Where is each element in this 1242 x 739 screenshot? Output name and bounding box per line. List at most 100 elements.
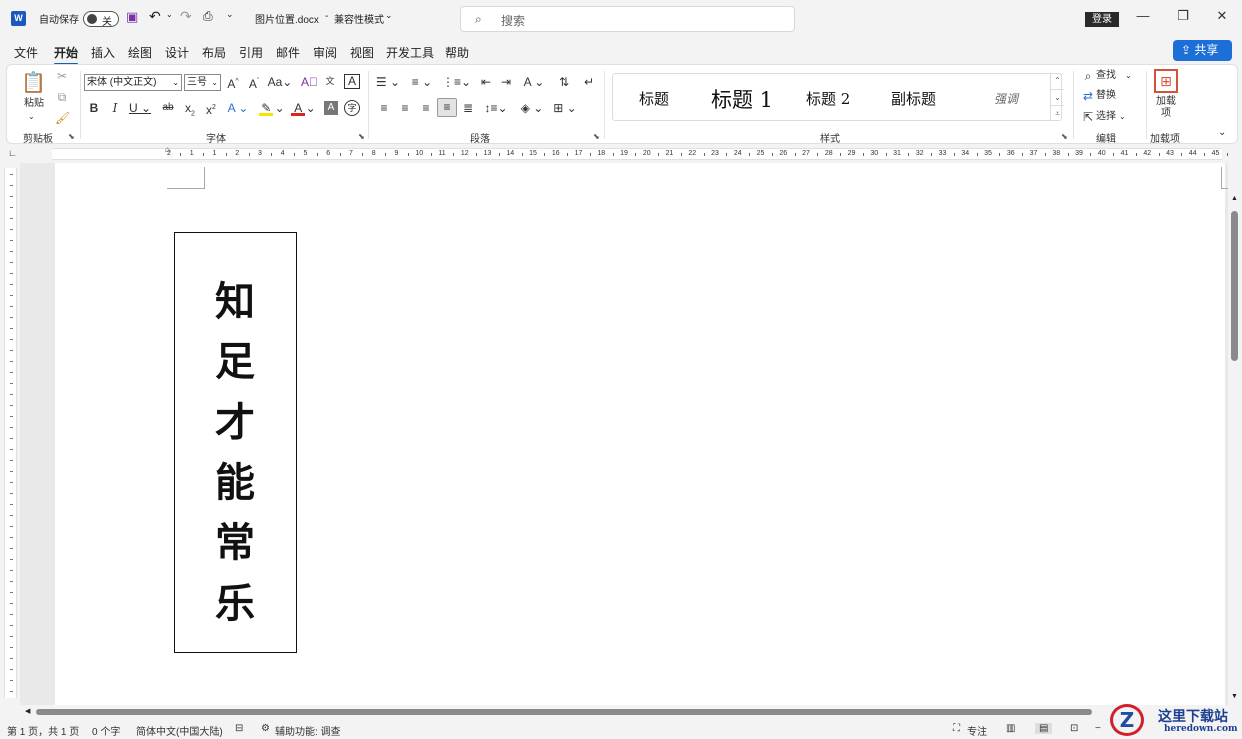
paste-dropdown-icon[interactable]: ⌄	[28, 109, 35, 125]
save-icon[interactable]: ▣	[126, 9, 138, 25]
distributed-icon[interactable]: ≣	[460, 100, 476, 116]
format-painter-icon[interactable]: 🖌	[55, 110, 70, 126]
align-right-icon[interactable]: ≡	[418, 100, 434, 116]
copy-icon[interactable]: ⧉	[55, 89, 69, 105]
zoom-out-icon[interactable]: −	[1095, 723, 1101, 734]
style-heading-1[interactable]: 标题 1	[711, 84, 773, 114]
customize-toolbar-icon[interactable]: ⌄	[226, 9, 234, 20]
tab-mailings[interactable]: 邮件	[276, 44, 300, 61]
undo-icon[interactable]: ↶	[149, 8, 161, 25]
compatibility-mode[interactable]: 兼容性模式	[334, 11, 384, 26]
vertical-ruler[interactable]	[4, 168, 17, 698]
word-count[interactable]: 0 个字	[92, 723, 120, 738]
bold-icon[interactable]: B	[87, 100, 101, 116]
horizontal-ruler[interactable]: ∟ 2 1 1 2 3 4 5 6 7 8 9 10 11 12 13 14 15 16 17 18 19 20 21 22 2…	[0, 145, 1242, 163]
horizontal-scrollbar[interactable]: ◀	[20, 705, 1228, 719]
replace-icon[interactable]: ⇄	[1081, 88, 1095, 104]
style-heading[interactable]: 标题	[639, 88, 669, 109]
font-color-icon[interactable]: A ⌄	[291, 100, 319, 116]
search-input[interactable]: ⌕ 搜索	[460, 6, 795, 32]
align-left-icon[interactable]: ≡	[376, 100, 392, 116]
vertical-scrollbar[interactable]: ▲ ▼	[1228, 163, 1242, 705]
strikethrough-icon[interactable]: ab	[159, 100, 177, 116]
bullets-icon[interactable]: ☰ ⌄	[375, 74, 401, 90]
proofing-icon[interactable]: ⊟	[235, 723, 243, 734]
align-center-icon[interactable]: ≡	[397, 100, 413, 116]
numbering-icon[interactable]: ≡ ⌄	[409, 74, 435, 90]
find-icon[interactable]: ⌕	[1081, 68, 1095, 84]
tab-help[interactable]: 帮助	[445, 44, 469, 61]
style-subtitle[interactable]: 副标题	[891, 88, 936, 109]
character-border-icon[interactable]: A	[344, 74, 360, 89]
font-name-select[interactable]: 宋体 (中文正文) ⌄	[84, 74, 182, 91]
line-spacing-icon[interactable]: ↕≡⌄	[483, 100, 509, 116]
tab-references[interactable]: 引用	[239, 44, 263, 61]
scroll-up-icon[interactable]: ▲	[1231, 195, 1238, 202]
tab-design[interactable]: 设计	[165, 44, 189, 61]
grow-font-icon[interactable]: A^	[225, 74, 241, 92]
vertical-scroll-thumb[interactable]	[1231, 211, 1238, 361]
tab-view[interactable]: 视图	[350, 44, 374, 61]
login-button[interactable]: 登录	[1085, 12, 1119, 27]
select-button[interactable]: 选择	[1096, 109, 1116, 125]
tab-developer[interactable]: 开发工具	[386, 44, 434, 61]
restore-icon[interactable]: ❐	[1168, 8, 1198, 28]
indent-marker-icon[interactable]: ⌂	[165, 145, 170, 154]
clear-formatting-icon[interactable]: A⃫	[301, 74, 318, 90]
addins-button[interactable]: 加载项	[1153, 96, 1179, 120]
shrink-font-icon[interactable]: Aˇ	[246, 74, 262, 92]
character-shading-icon[interactable]: A	[324, 101, 338, 115]
focus-icon[interactable]: ⛶	[953, 723, 960, 734]
font-size-select[interactable]: 三号 ⌄	[184, 74, 221, 91]
styles-more-icon[interactable]: ⩡	[1051, 105, 1064, 120]
accessibility-status[interactable]: 辅助功能: 调查	[275, 723, 341, 738]
borders-icon[interactable]: ⊞ ⌄	[552, 100, 578, 116]
font-launcher-icon[interactable]: ⬊	[358, 132, 365, 141]
shading-icon[interactable]: ◈ ⌄	[519, 100, 545, 116]
select-dropdown-icon[interactable]: ⌄	[1119, 109, 1126, 125]
superscript-icon[interactable]: x2	[204, 100, 218, 118]
accessibility-icon[interactable]: ⚙	[261, 723, 270, 734]
styles-up-icon[interactable]: ⌃	[1051, 73, 1064, 89]
redo-icon[interactable]: ↷	[180, 8, 192, 25]
show-marks-icon[interactable]: ↵	[581, 74, 597, 90]
tab-insert[interactable]: 插入	[91, 44, 115, 61]
style-heading-2[interactable]: 标题 2	[806, 88, 850, 109]
text-effects-icon[interactable]: A ⌄	[225, 100, 251, 116]
document-page[interactable]: 知 足 才 能 常 乐	[55, 163, 1228, 705]
close-icon[interactable]: ✕	[1207, 8, 1237, 28]
tab-home[interactable]: 开始	[54, 44, 79, 65]
tab-layout[interactable]: 布局	[202, 44, 226, 61]
minimize-icon[interactable]: —	[1128, 8, 1158, 28]
read-mode-icon[interactable]: ▥	[1006, 723, 1015, 734]
paste-icon[interactable]: 📋	[21, 71, 46, 95]
paragraph-launcher-icon[interactable]: ⬊	[593, 132, 600, 141]
print-layout-icon[interactable]: ▤	[1035, 723, 1053, 734]
increase-indent-icon[interactable]: ⇥	[498, 74, 514, 90]
style-emphasis[interactable]: 强调	[994, 90, 1018, 107]
language-status[interactable]: 简体中文(中国大陆)	[136, 723, 223, 738]
tab-selector-icon[interactable]: ∟	[8, 148, 17, 158]
share-button[interactable]: ⇪ 共享 ⌄	[1173, 40, 1232, 77]
clipboard-launcher-icon[interactable]: ⬊	[68, 132, 75, 141]
phonetic-guide-icon[interactable]: 文	[322, 73, 338, 89]
horizontal-scroll-thumb[interactable]	[36, 709, 1092, 715]
tab-draw[interactable]: 绘图	[128, 44, 152, 61]
decrease-indent-icon[interactable]: ⇤	[478, 74, 494, 90]
page-count[interactable]: 第 1 页，共 1 页	[7, 723, 79, 738]
highlight-color-icon[interactable]: ✎ ⌄	[259, 100, 287, 116]
print-preview-icon[interactable]: ⎙	[203, 9, 213, 24]
justify-icon[interactable]: ≡	[437, 98, 457, 117]
chinese-layout-icon[interactable]: A ⌄	[521, 74, 547, 90]
scroll-down-icon[interactable]: ▼	[1231, 693, 1238, 700]
find-button[interactable]: 查找	[1096, 68, 1116, 84]
replace-button[interactable]: 替换	[1096, 88, 1116, 104]
sort-icon[interactable]: ⇅	[556, 74, 572, 90]
cut-icon[interactable]: ✂	[55, 68, 69, 84]
title-chevron-down-icon[interactable]: ⌄	[385, 10, 393, 21]
select-icon[interactable]: ⇱	[1081, 109, 1095, 125]
change-case-icon[interactable]: Aa⌄	[267, 74, 293, 90]
tab-file[interactable]: 文件	[14, 44, 38, 61]
autosave-toggle[interactable]: 关	[83, 11, 119, 28]
focus-mode[interactable]: 专注	[967, 723, 987, 738]
